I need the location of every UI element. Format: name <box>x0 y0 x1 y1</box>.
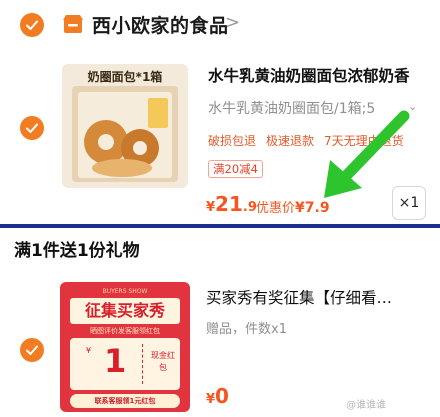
service-tag: 破损包退 <box>208 134 257 148</box>
coupon-text: 现金红包 <box>151 351 175 372</box>
store-icon <box>63 15 83 33</box>
coupon-value: 1 <box>104 342 127 380</box>
coupon-graphic: ¥ 1 现金红包 <box>70 338 180 390</box>
gift-thumbnail[interactable]: BUYERS SHOW 征集买家秀 晒图评价发客服领红包 ¥ 1 现金红包 联系… <box>60 282 190 412</box>
watermark: @谁谁谁 <box>346 400 386 411</box>
store-header: 西小欧家的食品 > <box>0 0 440 50</box>
gift-thumb-headline: 征集买家秀 <box>70 298 180 324</box>
section-divider <box>0 224 440 228</box>
coupon-divider <box>142 344 143 384</box>
product-price: ¥21.9 <box>206 192 257 216</box>
checkmark-icon <box>26 345 38 355</box>
product-title[interactable]: 水牛乳黄油奶圈面包浓郁奶香 <box>208 64 438 86</box>
gift-subtitle: 赠品，件数x1 <box>206 322 287 337</box>
promo-badge: 满20减4 <box>208 160 263 178</box>
gift-thumb-footer: 联系客服领1元红包 <box>70 394 180 408</box>
service-tag: 极速退款 <box>266 134 315 148</box>
store-select-checkbox[interactable] <box>20 13 44 37</box>
gift-price: ¥0 <box>206 384 229 408</box>
checkmark-icon <box>26 20 38 30</box>
chevron-right-icon[interactable]: > <box>225 12 240 33</box>
store-name[interactable]: 西小欧家的食品 <box>92 11 229 38</box>
gift-thumb-subtitle: 晒图评价发客服领红包 <box>90 327 160 335</box>
checkmark-icon <box>26 123 38 133</box>
product-thumbnail[interactable]: 奶圈面包*1箱 <box>62 64 188 188</box>
green-arrow-annotation <box>324 110 410 198</box>
gift-title[interactable]: 买家秀有奖征集【仔细看… <box>206 286 432 308</box>
bread-box-image <box>72 86 178 182</box>
product-select-checkbox[interactable] <box>20 116 44 140</box>
gift-section-title: 满1件送1份礼物 <box>14 241 140 261</box>
gift-select-checkbox[interactable] <box>20 338 44 362</box>
